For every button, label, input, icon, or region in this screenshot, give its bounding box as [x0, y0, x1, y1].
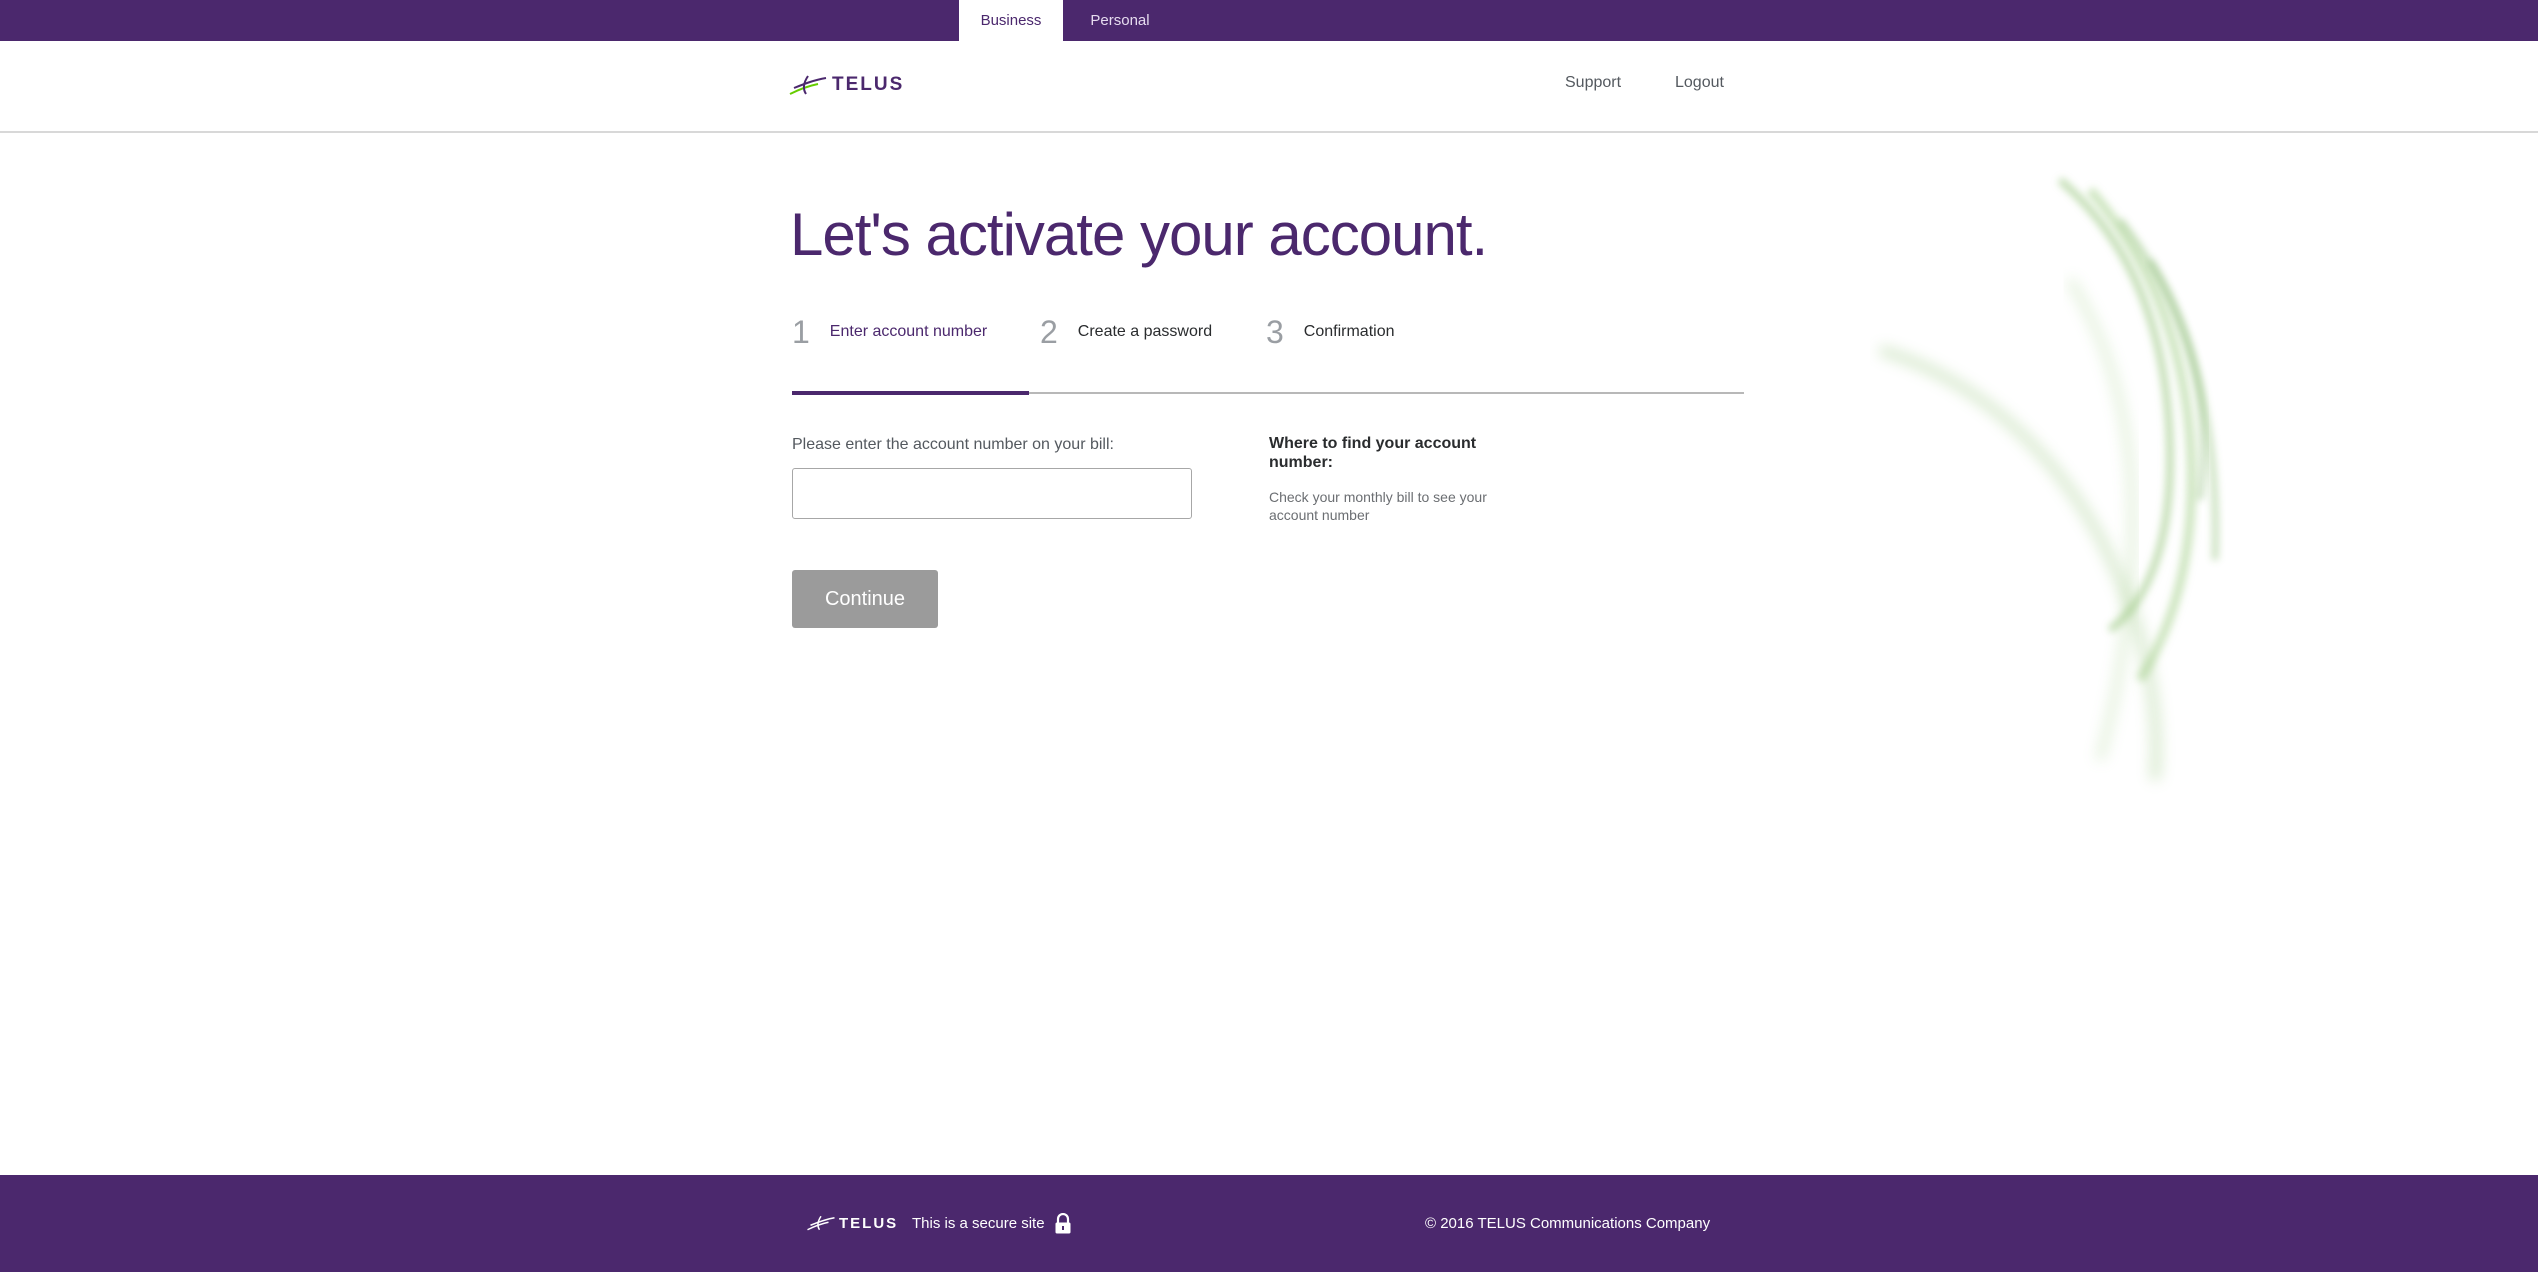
copyright-text: © 2016 TELUS Communications Company [1425, 1215, 1711, 1232]
page-title: Let's activate your account. [790, 201, 1488, 268]
step-create-password: 2 Create a password [1040, 310, 1212, 354]
lock-icon [1055, 1213, 1071, 1234]
step-number: 2 [1040, 313, 1058, 350]
account-number-label: Please enter the account number on your … [792, 436, 1114, 453]
footer-logo-wordmark: TELUS [839, 1214, 899, 1232]
logout-link[interactable]: Logout [1675, 74, 1724, 92]
progress-stepper: 1 Enter account number 2 Create a passwo… [792, 310, 1744, 396]
account-number-input[interactable] [792, 468, 1192, 519]
continue-button[interactable]: Continue [792, 570, 938, 628]
site-header: TELUS Support Logout [0, 41, 2538, 133]
step-confirmation: 3 Confirmation [1266, 310, 1395, 354]
stepper-active-indicator [792, 391, 1029, 395]
step-enter-account-number: 1 Enter account number [792, 310, 987, 354]
secure-site-text: This is a secure site [912, 1215, 1045, 1232]
step-number: 1 [792, 313, 810, 350]
support-link[interactable]: Support [1565, 74, 1621, 92]
telus-logo-wordmark: TELUS [832, 74, 905, 95]
tab-personal[interactable]: Personal [1063, 0, 1177, 41]
top-segment-bar: Business Personal [0, 0, 2538, 41]
step-number: 3 [1266, 313, 1284, 350]
telus-logo-mark-icon [789, 75, 827, 95]
telus-logo[interactable]: TELUS [788, 71, 904, 99]
tab-business[interactable]: Business [959, 0, 1063, 41]
step-label: Create a password [1077, 323, 1213, 340]
site-footer: TELUS This is a secure site © 2016 TELUS… [0, 1175, 2538, 1272]
footer-telus-logo: TELUS [806, 1213, 898, 1233]
help-text: Check your monthly bill to see your acco… [1269, 489, 1487, 523]
help-title: Where to find your account number: [1269, 435, 1477, 471]
step-label: Confirmation [1303, 323, 1395, 340]
grass-decoration [1878, 177, 2219, 781]
telus-logo-mark-icon [807, 1215, 835, 1231]
step-label: Enter account number [829, 323, 988, 340]
